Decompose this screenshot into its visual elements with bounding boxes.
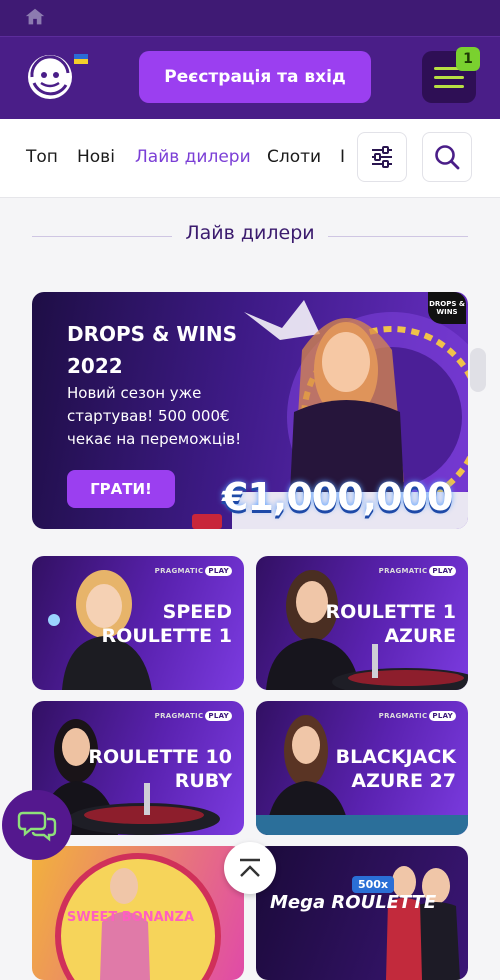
top-strip [0, 0, 500, 36]
arrow-up-icon [240, 858, 260, 877]
game-artwork [386, 866, 460, 980]
game-title: Mega ROULETTE [270, 892, 437, 913]
site-header: Реєстрація та вхід 1 [0, 36, 500, 119]
tab-new[interactable]: Нові [77, 147, 115, 167]
register-login-button[interactable]: Реєстрація та вхід [139, 51, 371, 103]
search-button[interactable] [422, 132, 472, 182]
provider-logo: PRAGMATIC PLAY [155, 711, 232, 721]
tab-top[interactable]: Топ [26, 147, 58, 167]
section-heading: Лайв дилери [0, 222, 500, 244]
divider [328, 236, 468, 237]
tab-live-dealers[interactable]: Лайв дилери [135, 147, 251, 167]
game-title: ROULETTE 1 AZURE [325, 601, 456, 647]
logo[interactable] [24, 51, 76, 103]
home-icon[interactable] [24, 6, 46, 28]
ukraine-flag-icon [74, 54, 88, 64]
search-icon [435, 145, 460, 170]
game-card[interactable]: PRAGMATIC PLAY SPEED ROULETTE 1 [32, 556, 244, 690]
game-card[interactable]: PRAGMATIC PLAY ROULETTE 1 AZURE [256, 556, 468, 690]
category-nav: Топ Нові Лайв дилери Слоти І [0, 119, 500, 198]
chat-icon [17, 811, 57, 842]
game-title: SPEED ROULETTE 1 [101, 601, 232, 647]
scroll-handle[interactable] [470, 348, 486, 392]
banner-description: Новий сезон уже стартував! 500 000€ чека… [67, 384, 242, 448]
menu-notification-badge: 1 [456, 47, 480, 71]
drops-wins-badge: DROPS & WINS [428, 292, 466, 324]
prize-amount: €1,000,000 [222, 475, 453, 519]
nav-fade [344, 119, 356, 197]
provider-logo: PRAGMATIC PLAY [379, 566, 456, 576]
tab-slots[interactable]: Слоти [267, 147, 321, 167]
filter-button[interactable] [357, 132, 407, 182]
provider-logo: PRAGMATIC PLAY [379, 711, 456, 721]
game-title: BLACKJACK AZURE 27 [335, 746, 456, 792]
banner-title: DROPS & WINS 2022 [67, 322, 238, 378]
game-card[interactable]: 500x Mega ROULETTE [256, 846, 468, 980]
provider-logo: PRAGMATIC PLAY [155, 566, 232, 576]
game-title: ROULETTE 10 RUBY [88, 746, 232, 792]
game-card[interactable]: PRAGMATIC PLAY BLACKJACK AZURE 27 [256, 701, 468, 835]
multiplier-badge: 500x [352, 876, 395, 893]
section-title: Лайв дилери [185, 222, 315, 244]
divider [32, 236, 172, 237]
scroll-to-top-button[interactable] [224, 842, 276, 894]
game-title: SWEET BONANZA [66, 910, 194, 925]
game-card[interactable]: SWEET BONANZA [32, 846, 244, 980]
play-button[interactable]: ГРАТИ! [67, 470, 175, 508]
filter-icon [372, 146, 392, 168]
promo-banner[interactable]: DROPS & WINS DROPS & WINS 2022 Новий сез… [32, 292, 468, 529]
chat-button[interactable] [2, 790, 72, 860]
